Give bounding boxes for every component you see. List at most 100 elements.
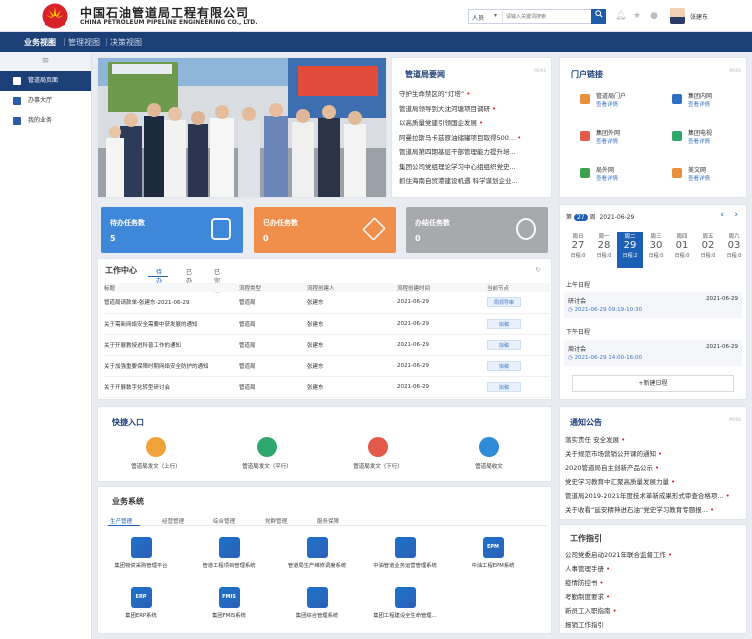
calendar-day[interactable]: 周五 02 日程:0 — [695, 232, 721, 268]
portal-link[interactable]: 美文网 查看详情 — [672, 166, 710, 183]
task-node-button[interactable]: 拟稿 — [487, 339, 521, 350]
refresh-icon[interactable]: ↻ — [535, 266, 541, 274]
table-row[interactable]: 关于加强重要保障时期网络安全防护的通知 管道局 张建东 2021-06-29 拟稿 — [104, 355, 550, 377]
calendar-day[interactable]: 周二 29 日程:2 — [617, 232, 643, 268]
quick-entry-item[interactable]: 管道局发文（平行） — [234, 437, 300, 470]
portal-link-detail[interactable]: 查看详情 — [688, 175, 710, 183]
nav-decision-view[interactable]: 决策视图 — [110, 37, 142, 48]
system-tab[interactable]: 生产管理 — [110, 517, 132, 525]
task-title[interactable]: 关于开展数字化转型研讨会 — [104, 376, 239, 398]
task-node-button[interactable]: 拟稿 — [487, 360, 521, 371]
system-item[interactable]: EPM 中油工程EPM系统 — [453, 537, 533, 569]
news-item-text: 以高质量党建引领国企发展 — [399, 119, 477, 127]
table-row[interactable]: 关于开展数字化转型研讨会 管道局 张建东 2021-06-29 拟稿 — [104, 376, 550, 398]
system-item[interactable]: 中油管道业务运营管理系统 — [365, 537, 445, 569]
guide-item[interactable]: 人事管理手册 • — [565, 563, 610, 573]
guide-item[interactable]: 公司党委启动2021年联合监督工作 • — [565, 549, 672, 559]
portal-more-link[interactable]: MORE — [729, 68, 741, 73]
system-item[interactable]: 集团综合管理系统 — [277, 587, 357, 619]
nav-management-view[interactable]: 管理视图 — [68, 37, 100, 48]
search-input[interactable] — [502, 11, 590, 22]
system-tab[interactable]: 经营管理 — [162, 517, 184, 525]
quick-entry-item[interactable]: 管道局收文 — [456, 437, 522, 470]
todo-task-card[interactable]: 待办任务数 5 — [101, 207, 243, 253]
task-node-button[interactable]: 局领导审 — [487, 297, 521, 308]
table-row[interactable]: 关于需新网络安全需要中获发展的通知 管道局 张建东 2021-06-29 拟稿 — [104, 313, 550, 335]
guide-item[interactable]: 报销工作指引 — [565, 619, 604, 629]
news-item[interactable]: 阿曼拉斯马卡兹原油储罐项目取得500... • — [399, 132, 521, 142]
news-item[interactable]: 抓住海南自贸港建设机遇 科学谋划企业... — [399, 175, 518, 185]
system-tab[interactable]: 服务保障 — [317, 517, 339, 525]
portal-link-detail[interactable]: 查看详情 — [596, 138, 620, 146]
task-node-button[interactable]: 拟稿 — [487, 318, 521, 329]
calendar-day[interactable]: 周六 03 日程:0 — [721, 232, 747, 268]
portal-link-detail[interactable]: 查看详情 — [688, 138, 712, 146]
portal-link[interactable]: 管道局门户 查看详情 — [580, 92, 626, 109]
table-row[interactable]: 管道局请款单-张建东-2021-06-29 管道局 张建东 2021-06-29 局领导… — [104, 292, 550, 314]
quick-entry-label: 管道局发文（平行） — [242, 464, 292, 470]
notice-item[interactable]: 2020管道局自主创新产品公示 • — [565, 462, 659, 472]
search-button[interactable] — [591, 9, 606, 24]
portal-link-detail[interactable]: 查看详情 — [596, 175, 618, 183]
next-week-icon[interactable]: › — [734, 210, 738, 220]
system-item[interactable]: ERP 集团ERP系统 — [101, 587, 181, 619]
notice-item[interactable]: 党史学习教育中汇聚高质量发展力量 • — [565, 476, 675, 486]
notice-item[interactable]: 落实责任 安全发展 • — [565, 434, 625, 444]
guide-item[interactable]: 新员工入职指南 • — [565, 605, 617, 615]
quick-entry-item[interactable]: 管道局发文（上行） — [123, 437, 189, 470]
portal-link[interactable]: 集团内网 查看详情 — [672, 92, 712, 109]
calendar-day[interactable]: 周日 27 日程:0 — [565, 232, 591, 268]
quick-entry-item[interactable]: 管道局发文（下行） — [345, 437, 411, 470]
bell-icon[interactable]: 🔔︎ — [615, 11, 626, 21]
notice-item[interactable]: 关于收看“延安精神进石油”党史学习教育专题报... • — [565, 504, 714, 514]
notice-more-link[interactable]: MORE — [729, 417, 741, 422]
sidebar-item-home[interactable]: 管道局页面 — [0, 71, 91, 91]
nav-business-view[interactable]: 业务视图 — [24, 37, 56, 48]
calendar-day[interactable]: 周四 01 日程:0 — [669, 232, 695, 268]
calendar-day[interactable]: 周一 28 日程:0 — [591, 232, 617, 268]
message-icon[interactable]: ● — [649, 11, 659, 21]
user-name[interactable]: 张建东 — [690, 12, 708, 21]
system-item[interactable]: 管道局生产维修调度系统 — [277, 537, 357, 569]
news-item[interactable]: 集团公司党组理论学习中心组组织党史... — [399, 161, 516, 171]
task-title[interactable]: 关于需新网络安全需要中获发展的通知 — [104, 313, 239, 335]
task-title[interactable]: 关于加强重要保障时期网络安全防护的通知 — [104, 355, 239, 377]
notice-item[interactable]: 管道局2019-2021年度技术革新成果形式审查合格项... • — [565, 490, 730, 500]
news-photo[interactable] — [97, 57, 387, 198]
news-item[interactable]: 管道局领导到大沈河塘项目调研 • — [399, 103, 496, 113]
task-title[interactable]: 管道局请款单-张建东-2021-06-29 — [104, 292, 239, 314]
system-tab[interactable]: 综合管理 — [213, 517, 235, 525]
menu-toggle-icon[interactable]: ≡ — [0, 52, 91, 71]
task-node-button[interactable]: 拟稿 — [487, 381, 521, 392]
table-row[interactable]: 关于开展教授进科普工作的通知 管道局 张建东 2021-06-29 拟稿 — [104, 334, 550, 356]
calendar-day[interactable]: 周三 30 日程:0 — [643, 232, 669, 268]
news-more-link[interactable]: MORE — [534, 68, 546, 73]
system-item[interactable]: FMIS 集团FMIS系统 — [189, 587, 269, 619]
portal-link-detail[interactable]: 查看详情 — [688, 101, 712, 109]
system-item[interactable]: 集团工程建设全生命管理... — [365, 587, 445, 619]
system-item[interactable]: 管道工程项目管理系统 — [189, 537, 269, 569]
star-icon[interactable]: ★ — [632, 11, 642, 21]
portal-link[interactable]: 局外网 查看详情 — [580, 166, 618, 183]
prev-week-icon[interactable]: ‹ — [720, 210, 724, 220]
new-schedule-button[interactable]: +新建日程 — [572, 375, 734, 392]
home-icon — [13, 77, 21, 85]
guide-item[interactable]: 考勤制度要求 • — [565, 591, 610, 601]
system-item[interactable]: 集团物资采购管理平台 — [101, 537, 181, 569]
portal-link-detail[interactable]: 查看详情 — [596, 101, 626, 109]
portal-link[interactable]: 集团外网 查看详情 — [580, 129, 620, 146]
sidebar-item-my-business[interactable]: 我的业务 — [0, 111, 91, 131]
portal-link[interactable]: 集团电视 查看详情 — [672, 129, 712, 146]
news-item[interactable]: 守护生命禁区的“灯塔” • — [399, 88, 470, 98]
sidebar-item-service-hall[interactable]: 办事大厅 — [0, 91, 91, 111]
news-item[interactable]: 以高质量党建引领国企发展 • — [399, 117, 483, 127]
done-task-card[interactable]: 已办任务数 0 — [254, 207, 396, 253]
search-scope-select[interactable]: 人员 — [472, 13, 484, 22]
finished-task-card[interactable]: 办结任务数 0 — [406, 207, 548, 253]
guide-item[interactable]: 疫情防控书 • — [565, 577, 604, 587]
avatar[interactable] — [670, 8, 685, 24]
notice-item[interactable]: 关于规范市场营销公开课的通知 • — [565, 448, 662, 458]
news-item[interactable]: 管道局第四期基层干部管理能力提升培... — [399, 146, 516, 156]
task-title[interactable]: 关于开展教授进科普工作的通知 — [104, 334, 239, 356]
system-tab[interactable]: 党群管理 — [265, 517, 287, 525]
